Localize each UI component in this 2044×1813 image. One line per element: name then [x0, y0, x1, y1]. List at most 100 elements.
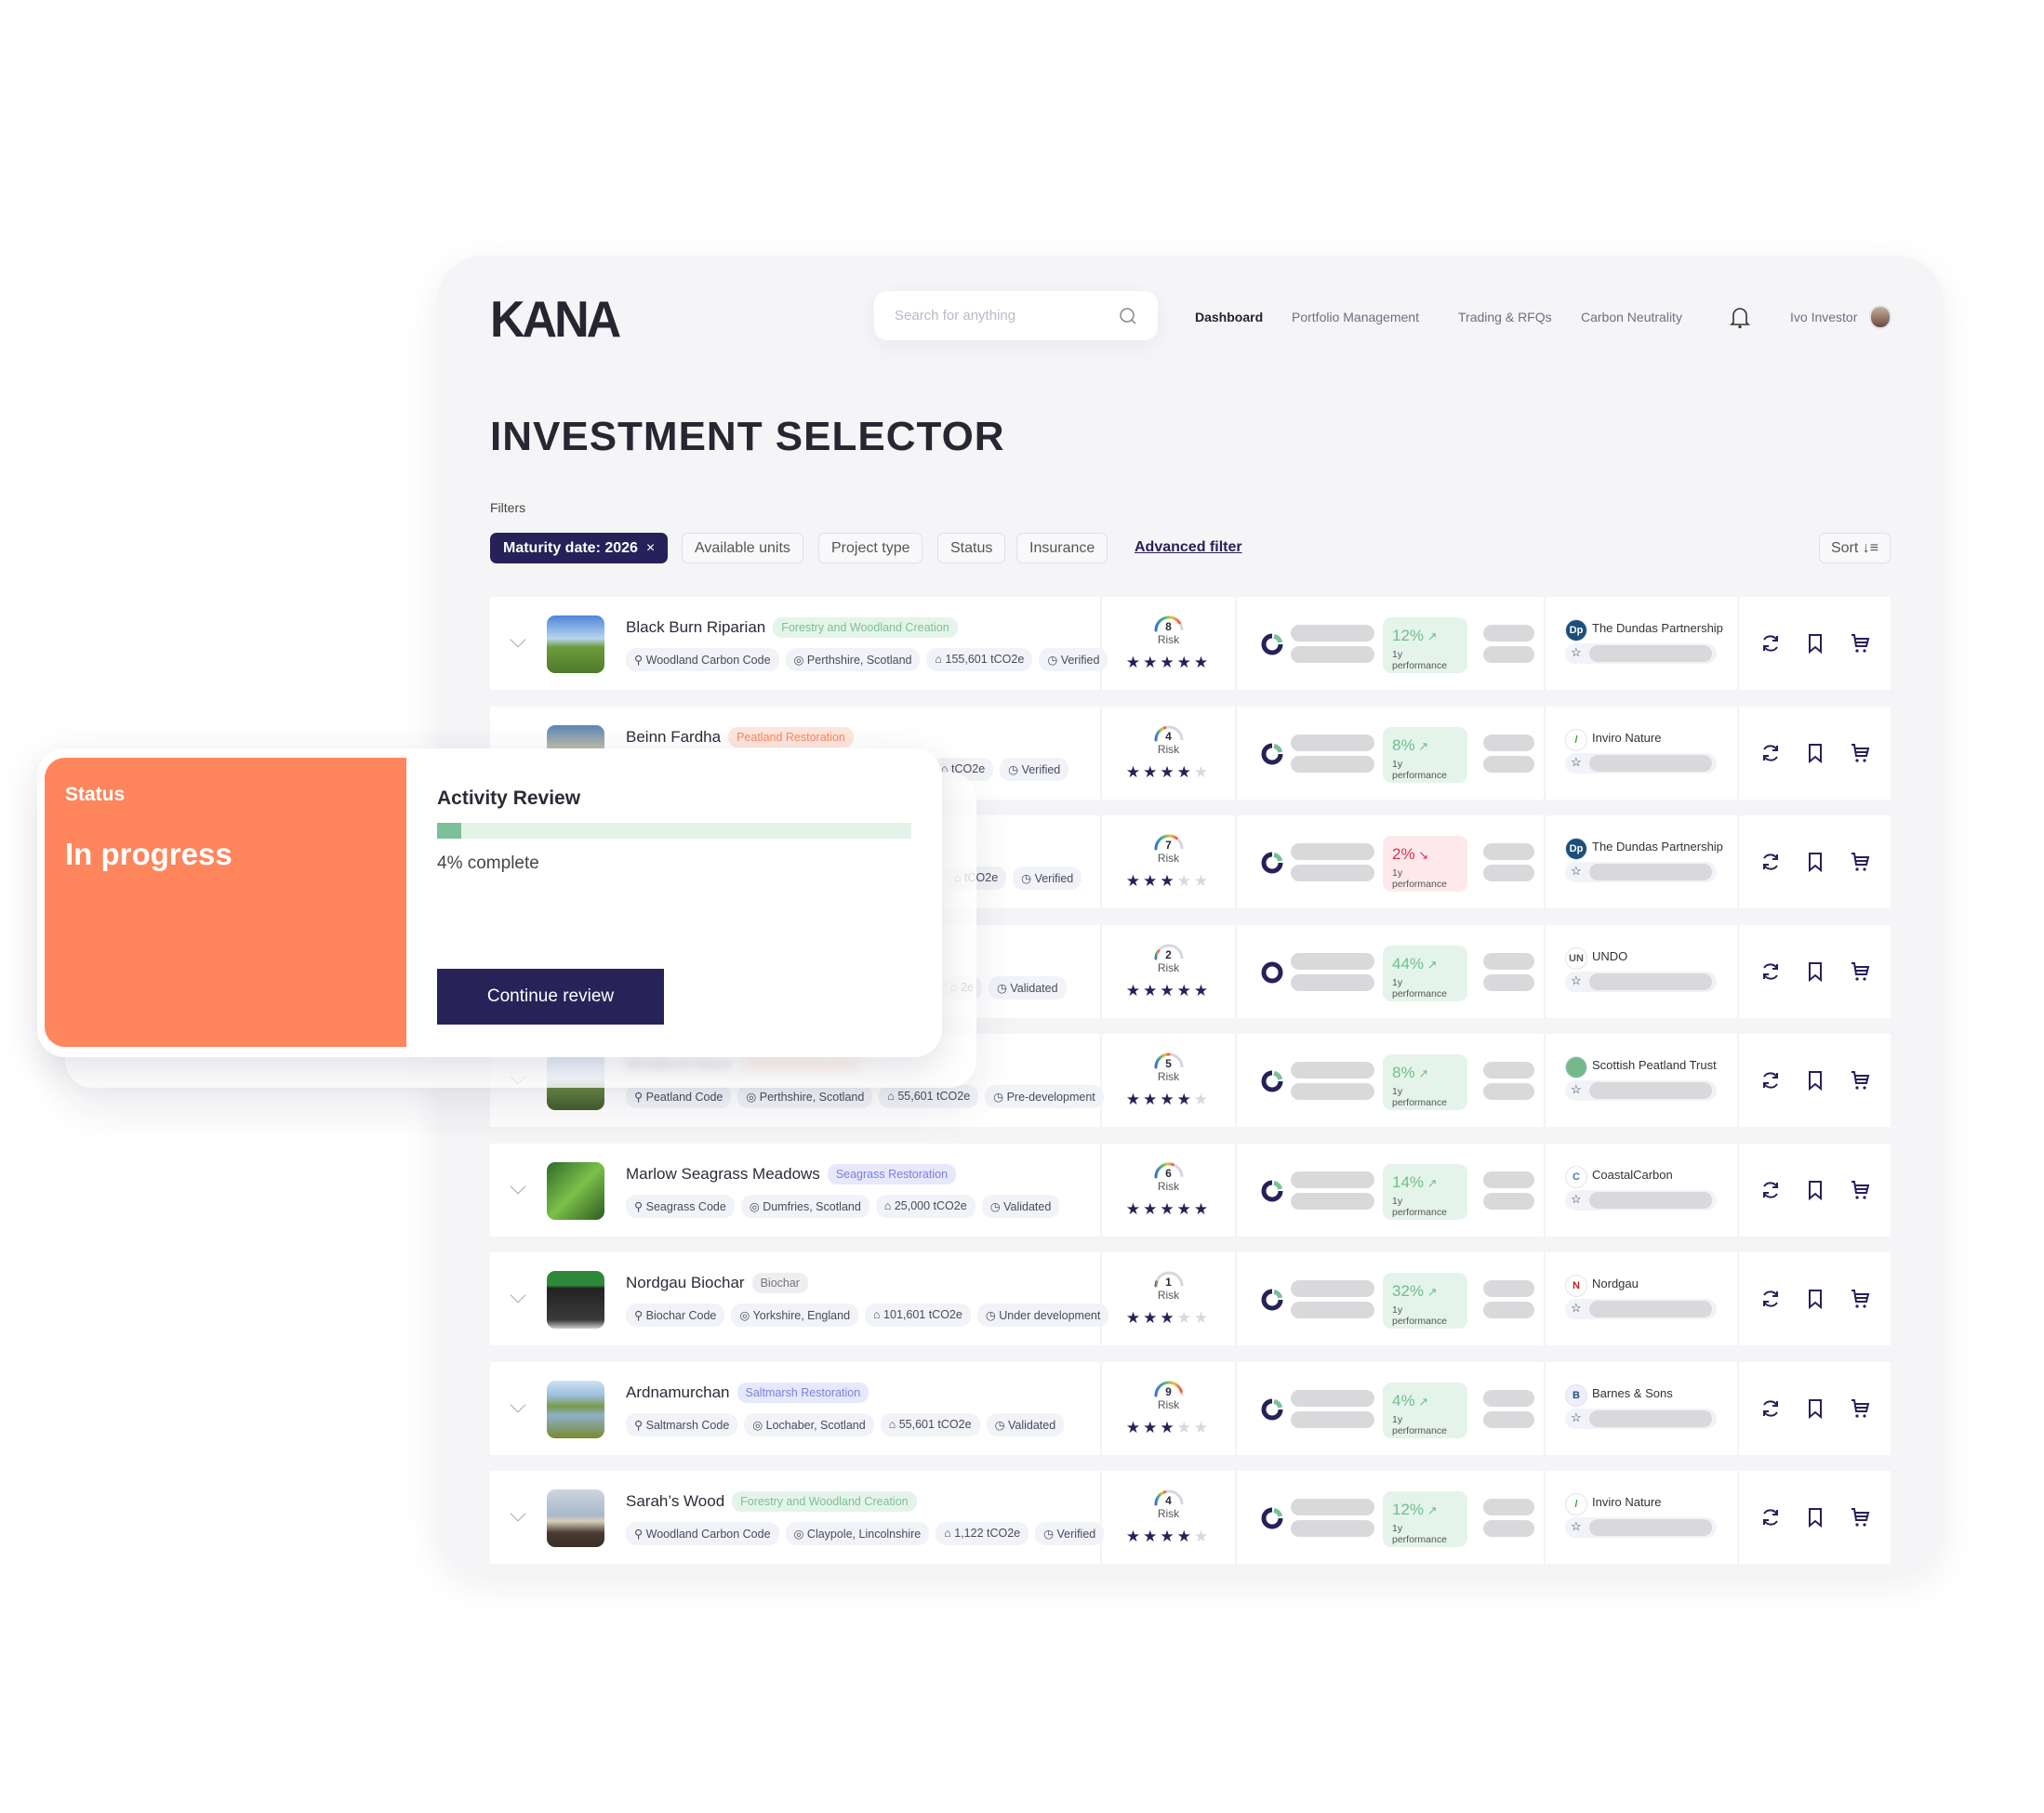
bookmark-icon[interactable]	[1804, 742, 1826, 769]
project-title[interactable]: Sarah’s Wood Forestry and Woodland Creati…	[626, 1491, 917, 1512]
partner-name[interactable]: CoastalCarbon	[1592, 1168, 1673, 1182]
star-icon: ★	[1143, 654, 1161, 671]
nav-portfolio-management[interactable]: Portfolio Management	[1292, 310, 1419, 324]
avatar[interactable]	[1869, 305, 1891, 329]
user-name[interactable]: Ivo Investor	[1790, 310, 1857, 324]
refresh-icon[interactable]	[1759, 1397, 1782, 1424]
chevron-down-icon[interactable]	[510, 1505, 526, 1522]
project-title[interactable]: Black Burn Riparian Forestry and Woodland…	[626, 617, 958, 638]
star-outline-icon[interactable]: ☆	[1571, 864, 1582, 879]
performance-badge: 2% ↘ 1y performance	[1383, 836, 1467, 892]
project-name[interactable]: Nordgau Biochar	[626, 1274, 745, 1292]
refresh-icon[interactable]	[1759, 960, 1782, 987]
bookmark-icon[interactable]	[1804, 1288, 1826, 1315]
project-name[interactable]: Black Burn Riparian	[626, 618, 765, 637]
performance-value: 8% ↗	[1392, 1064, 1458, 1082]
table-row[interactable]: Black Burn Riparian Forestry and Woodland…	[490, 597, 1891, 690]
bookmark-icon[interactable]	[1804, 960, 1826, 987]
partner-name[interactable]: Inviro Nature	[1592, 731, 1661, 745]
refresh-icon[interactable]	[1759, 1506, 1782, 1533]
chip-text: Validated	[1007, 1418, 1056, 1432]
table-row[interactable]: Nordgau Biochar Biochar ⚲ Biochar Code ◎ Yo…	[490, 1252, 1891, 1345]
chevron-down-icon[interactable]	[510, 1396, 526, 1412]
bookmark-icon[interactable]	[1804, 851, 1826, 878]
table-row[interactable]: Ardnamurchan Saltmarsh Restoration ⚲ Saltm…	[490, 1361, 1891, 1455]
cart-icon[interactable]	[1849, 632, 1871, 659]
cart-icon[interactable]	[1849, 1288, 1871, 1315]
project-name[interactable]: Ardnamurchan	[626, 1383, 730, 1402]
chevron-down-icon[interactable]	[510, 1287, 526, 1304]
star-outline-icon[interactable]: ☆	[1571, 645, 1582, 660]
info-chip: ⚲ Woodland Carbon Code	[626, 1522, 779, 1545]
nav-dashboard[interactable]: Dashboard	[1195, 310, 1263, 324]
star-icon: ★	[1160, 1199, 1177, 1218]
risk-score: 1 Risk ★★★★★	[1102, 1265, 1235, 1328]
project-title[interactable]: Nordgau Biochar Biochar	[626, 1273, 808, 1293]
refresh-icon[interactable]	[1759, 632, 1782, 659]
refresh-icon[interactable]	[1759, 742, 1782, 769]
kana-logo[interactable]: KANA	[490, 291, 621, 350]
bell-icon[interactable]	[1730, 305, 1750, 329]
refresh-icon[interactable]	[1759, 1179, 1782, 1206]
star-outline-icon[interactable]: ☆	[1571, 1301, 1582, 1316]
cart-icon[interactable]	[1849, 851, 1871, 878]
cart-icon[interactable]	[1849, 960, 1871, 987]
star-outline-icon[interactable]: ☆	[1571, 1519, 1582, 1534]
bookmark-icon[interactable]	[1804, 1179, 1826, 1206]
cart-icon[interactable]	[1849, 742, 1871, 769]
performance-badge: 12% ↗ 1y performance	[1383, 617, 1467, 673]
refresh-icon[interactable]	[1759, 1069, 1782, 1096]
refresh-icon[interactable]	[1759, 1288, 1782, 1315]
cart-icon[interactable]	[1849, 1069, 1871, 1096]
filter-status[interactable]: Status	[937, 533, 1006, 563]
refresh-icon[interactable]	[1759, 851, 1782, 878]
cart-icon[interactable]	[1849, 1179, 1871, 1206]
partner-name[interactable]: Barnes & Sons	[1592, 1386, 1673, 1400]
cart-icon[interactable]	[1849, 1397, 1871, 1424]
star-outline-icon[interactable]: ☆	[1571, 1192, 1582, 1207]
bookmark-icon[interactable]	[1804, 632, 1826, 659]
project-title[interactable]: Beinn Fardha Peatland Restoration	[626, 726, 854, 748]
project-name[interactable]: Marlow Seagrass Meadows	[626, 1165, 820, 1184]
chevron-down-icon[interactable]	[510, 631, 526, 648]
bookmark-icon[interactable]	[1804, 1069, 1826, 1096]
filter-available-units[interactable]: Available units	[682, 533, 803, 563]
continue-review-button[interactable]: Continue review	[437, 969, 664, 1025]
performance-percent: 4%	[1392, 1391, 1415, 1409]
table-row[interactable]: Marlow Seagrass Meadows Seagrass Restorat…	[490, 1143, 1891, 1237]
table-row[interactable]: Sarah’s Wood Forestry and Woodland Creati…	[490, 1471, 1891, 1564]
info-chip: ◷ Verified	[1000, 757, 1069, 781]
star-outline-icon[interactable]: ☆	[1571, 1082, 1582, 1097]
donut-chart-icon	[1260, 1397, 1284, 1426]
project-name[interactable]: Sarah’s Wood	[626, 1492, 724, 1511]
search-icon[interactable]	[1119, 307, 1137, 325]
star-outline-icon[interactable]: ☆	[1571, 973, 1582, 988]
partner-name[interactable]: UNDO	[1592, 949, 1627, 963]
nav-trading-rfqs[interactable]: Trading & RFQs	[1458, 310, 1552, 324]
filter-insurance[interactable]: Insurance	[1016, 533, 1108, 563]
partner-name[interactable]: Nordgau	[1592, 1277, 1639, 1290]
star-outline-icon[interactable]: ☆	[1571, 755, 1582, 770]
cart-icon[interactable]	[1849, 1506, 1871, 1533]
search-input[interactable]: Search for anything	[874, 291, 1158, 340]
partner-name[interactable]: Scottish Peatland Trust	[1592, 1058, 1717, 1072]
star-rating: ★★★★★	[1102, 1200, 1235, 1219]
partner-name[interactable]: The Dundas Partnership	[1592, 621, 1723, 635]
nav-carbon-neutrality[interactable]: Carbon Neutrality	[1581, 310, 1682, 324]
project-title[interactable]: Marlow Seagrass Meadows Seagrass Restorat…	[626, 1163, 957, 1184]
partner-name[interactable]: Inviro Nature	[1592, 1495, 1661, 1509]
star-outline-icon[interactable]: ☆	[1571, 1410, 1582, 1425]
bookmark-icon[interactable]	[1804, 1397, 1826, 1424]
partner-name[interactable]: The Dundas Partnership	[1592, 840, 1723, 854]
page-title: INVESTMENT SELECTOR	[490, 414, 1005, 459]
sort-button[interactable]: Sort ↓≡	[1819, 533, 1891, 563]
filter-project-type[interactable]: Project type	[818, 533, 923, 563]
redacted-value	[1291, 1389, 1374, 1407]
chevron-down-icon[interactable]	[510, 1178, 526, 1194]
project-title[interactable]: Ardnamurchan Saltmarsh Restoration	[626, 1382, 869, 1403]
filter-maturity-date[interactable]: Maturity date: 2026 ×	[490, 533, 669, 563]
advanced-filter-link[interactable]: Advanced filter	[1135, 539, 1242, 556]
project-name[interactable]: Beinn Fardha	[626, 728, 721, 747]
close-icon[interactable]: ×	[646, 540, 655, 557]
bookmark-icon[interactable]	[1804, 1506, 1826, 1533]
